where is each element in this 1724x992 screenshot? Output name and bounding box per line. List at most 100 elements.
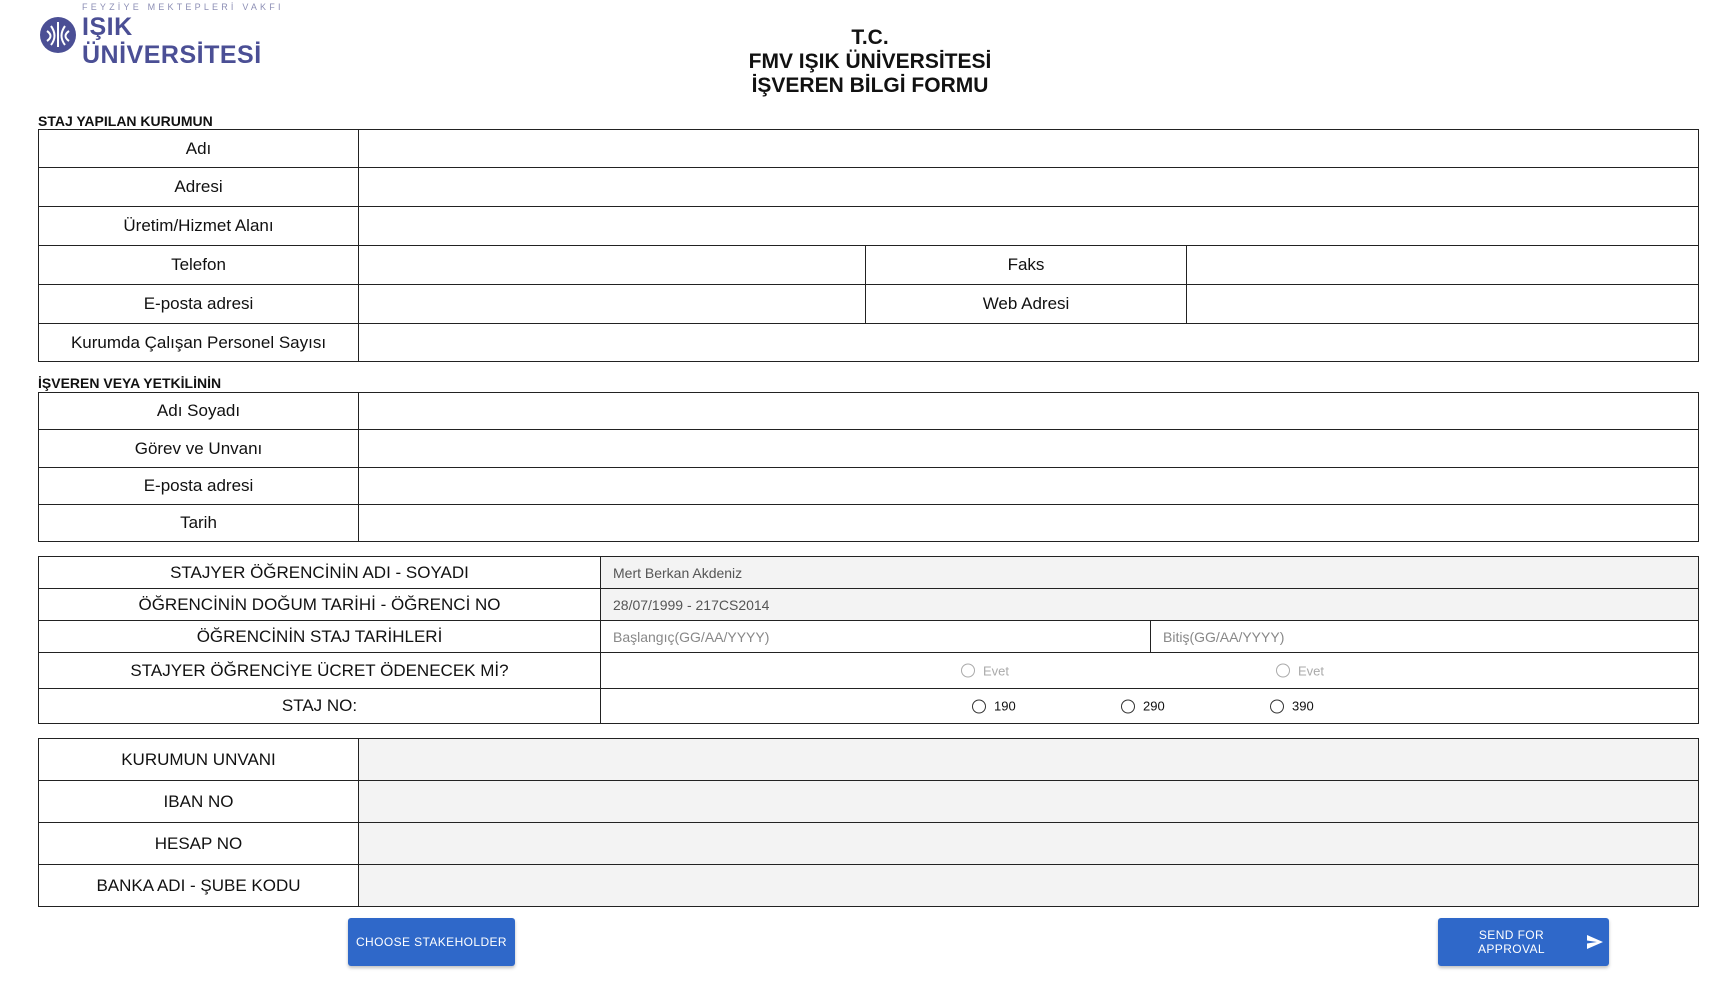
iban-input[interactable]	[358, 780, 1699, 823]
payment-radio-1[interactable]: Evet	[961, 663, 1009, 678]
fax-input[interactable]	[1185, 245, 1700, 285]
staff-count-input[interactable]	[357, 323, 1700, 362]
table-row: HESAP NO	[38, 822, 1699, 865]
institution-sector-label: Üretim/Hizmet Alanı	[38, 206, 359, 246]
table-row: BANKA ADI - ŞUBE KODU	[38, 864, 1699, 907]
student-birth-label: ÖĞRENCİNİN DOĞUM TARİHİ - ÖĞRENCİ NO	[38, 588, 601, 621]
payment-radio-2-label: Evet	[1298, 663, 1325, 678]
internship-dates-label: ÖĞRENCİNİN STAJ TARİHLERİ	[38, 620, 601, 653]
table-row: E-posta adresi	[38, 467, 1699, 505]
bank-branch-input[interactable]	[358, 864, 1699, 907]
institution-table: Adı Adresi Üretim/Hizmet Alanı Telefon F…	[38, 129, 1700, 362]
table-row: STAJ NO: 190 290 390	[38, 688, 1700, 724]
institution-section-label: STAJ YAPILAN KURUMUN	[38, 113, 213, 129]
radio-circle-icon	[961, 663, 975, 678]
radio-circle-icon	[1121, 699, 1135, 713]
staj-no-radio-390-label: 390	[1292, 698, 1314, 714]
table-row: STAJYER ÖĞRENCİYE ÜCRET ÖDENECEK Mİ? Eve…	[38, 652, 1700, 689]
bank-branch-label: BANKA ADI - ŞUBE KODU	[38, 864, 359, 907]
student-name-field: Mert Berkan Akdeniz	[599, 556, 1700, 589]
choose-stakeholder-label: CHOOSE STAKEHOLDER	[355, 935, 507, 949]
end-date-placeholder: Bitiş(GG/AA/YYYY)	[1163, 628, 1285, 645]
employer-title-input[interactable]	[358, 429, 1699, 468]
table-row: Adı	[38, 129, 1700, 168]
institution-name-label: Adı	[38, 129, 359, 168]
phone-input[interactable]	[358, 245, 866, 285]
iban-label: IBAN NO	[38, 780, 359, 823]
student-table: STAJYER ÖĞRENCİNİN ADI - SOYADI Mert Ber…	[38, 556, 1700, 724]
table-row: Adresi	[38, 167, 1700, 207]
staj-no-radio-390[interactable]: 390	[1270, 699, 1314, 714]
web-address-input[interactable]	[1185, 284, 1700, 324]
student-name-label: STAJYER ÖĞRENCİNİN ADI - SOYADI	[38, 556, 601, 589]
staj-no-radio-290-label: 290	[1143, 698, 1165, 714]
staj-no-radio-290[interactable]: 290	[1121, 699, 1165, 714]
payment-radio-2[interactable]: Evet	[1276, 663, 1324, 678]
bank-title-label: KURUMUN UNVANI	[38, 738, 359, 781]
university-logo-icon	[40, 17, 76, 53]
header-line-2: FMV IŞIK ÜNİVERSİTESİ	[748, 50, 992, 73]
table-row: ÖĞRENCİNİN DOĞUM TARİHİ - ÖĞRENCİ NO 28/…	[38, 588, 1700, 621]
send-icon	[1587, 935, 1603, 949]
bank-title-input[interactable]	[358, 738, 1699, 781]
send-for-approval-button[interactable]: SEND FOR APPROVAL	[1438, 918, 1609, 966]
employer-name-input[interactable]	[358, 392, 1699, 430]
employer-email-label: E-posta adresi	[38, 467, 359, 505]
header-line-3: İŞVEREN BİLGİ FORMU	[751, 74, 989, 97]
header-line-1: T.C.	[851, 26, 889, 49]
account-no-label: HESAP NO	[38, 822, 359, 865]
employer-section-label: İŞVEREN VEYA YETKİLİNİN	[38, 375, 222, 391]
institution-email-input[interactable]	[358, 284, 866, 324]
table-row: STAJYER ÖĞRENCİNİN ADI - SOYADI Mert Ber…	[38, 556, 1700, 589]
payment-options: Evet Evet	[599, 652, 1700, 689]
employer-date-input[interactable]	[358, 504, 1699, 542]
employer-title-label: Görev ve Unvanı	[38, 429, 359, 468]
end-date-input[interactable]: Bitiş(GG/AA/YYYY)	[1149, 620, 1700, 653]
staff-count-label: Kurumda Çalışan Personel Sayısı	[38, 323, 359, 362]
radio-circle-icon	[1270, 699, 1284, 713]
staj-no-radio-190[interactable]: 190	[972, 699, 1016, 714]
institution-sector-input[interactable]	[357, 206, 1700, 246]
table-row: IBAN NO	[38, 780, 1699, 823]
staj-no-radio-190-label: 190	[994, 698, 1016, 714]
start-date-placeholder: Başlangıç(GG/AA/YYYY)	[613, 628, 770, 645]
institution-name-input[interactable]	[357, 129, 1700, 168]
student-birth-field: 28/07/1999 - 217CS2014	[599, 588, 1700, 621]
university-logo: FEYZİYE MEKTEPLERİ VAKFI IŞIK ÜNİVERSİTE…	[38, 2, 288, 69]
employer-name-label: Adı Soyadı	[38, 392, 359, 430]
table-row: Telefon Faks	[38, 245, 1700, 285]
table-row: Tarih	[38, 504, 1699, 542]
choose-stakeholder-button[interactable]: CHOOSE STAKEHOLDER	[348, 918, 515, 966]
table-row: Görev ve Unvanı	[38, 429, 1699, 468]
table-row: Kurumda Çalışan Personel Sayısı	[38, 323, 1700, 362]
logo-top-text: FEYZİYE MEKTEPLERİ VAKFI	[82, 1, 284, 12]
radio-circle-icon	[1276, 663, 1290, 678]
employer-date-label: Tarih	[38, 504, 359, 542]
start-date-input[interactable]: Başlangıç(GG/AA/YYYY)	[600, 620, 1151, 653]
student-name-value: Mert Berkan Akdeniz	[613, 564, 743, 581]
staj-no-label: STAJ NO:	[38, 688, 601, 724]
institution-address-input[interactable]	[357, 167, 1700, 207]
logo-main-text: IŞIK ÜNİVERSİTESİ	[82, 12, 262, 69]
employer-email-input[interactable]	[358, 467, 1699, 505]
bank-table: KURUMUN UNVANI IBAN NO HESAP NO BANKA AD…	[38, 738, 1699, 907]
web-address-label: Web Adresi	[865, 284, 1187, 324]
staj-no-options: 190 290 390	[599, 688, 1700, 724]
form-header: T.C. FMV IŞIK ÜNİVERSİTESİ İŞVEREN BİLGİ…	[600, 26, 1140, 98]
payment-label: STAJYER ÖĞRENCİYE ÜCRET ÖDENECEK Mİ?	[38, 652, 601, 689]
table-row: KURUMUN UNVANI	[38, 738, 1699, 781]
radio-circle-icon	[972, 699, 986, 713]
institution-address-label: Adresi	[38, 167, 359, 207]
account-no-input[interactable]	[358, 822, 1699, 865]
fax-label: Faks	[865, 245, 1187, 285]
send-for-approval-label: SEND FOR APPROVAL	[1478, 928, 1546, 956]
table-row: Üretim/Hizmet Alanı	[38, 206, 1700, 246]
student-birth-value: 28/07/1999 - 217CS2014	[613, 596, 770, 613]
phone-label: Telefon	[38, 245, 359, 285]
employer-table: Adı Soyadı Görev ve Unvanı E-posta adres…	[38, 392, 1699, 542]
institution-email-label: E-posta adresi	[38, 284, 359, 324]
payment-radio-1-label: Evet	[983, 663, 1010, 678]
table-row: E-posta adresi Web Adresi	[38, 284, 1700, 324]
table-row: ÖĞRENCİNİN STAJ TARİHLERİ Başlangıç(GG/A…	[38, 620, 1700, 653]
table-row: Adı Soyadı	[38, 392, 1699, 430]
